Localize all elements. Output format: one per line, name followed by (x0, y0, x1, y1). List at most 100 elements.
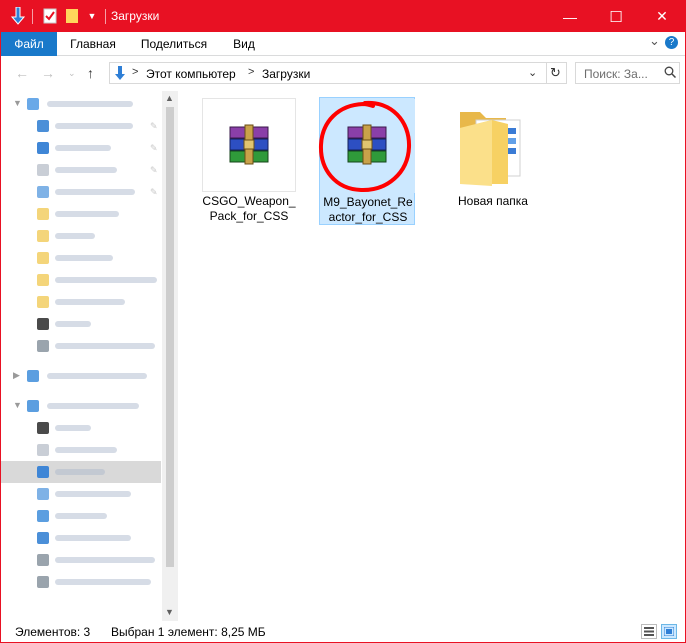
nav-item[interactable] (1, 313, 161, 335)
navigation-pane: ▼ ✎ ✎ ✎ ✎ ▶ ▼ ▲ ▼ (1, 91, 178, 621)
ribbon-collapse-icon[interactable]: ⌄ (649, 33, 660, 49)
close-button[interactable]: ✕ (639, 1, 685, 32)
back-arrow-icon[interactable]: ← (15, 65, 29, 81)
forward-arrow-icon[interactable]: → (41, 65, 55, 81)
nav-item[interactable]: ✎ (1, 181, 161, 203)
search-placeholder: Поиск: За... (584, 67, 648, 81)
documents-icon (37, 444, 49, 456)
nav-item[interactable] (1, 203, 161, 225)
pin-icon: ✎ (150, 165, 158, 175)
folder-icon (37, 274, 49, 286)
nav-item[interactable]: ▼ (1, 395, 161, 417)
downloads-icon (37, 466, 49, 478)
blurred-label (55, 343, 155, 349)
ribbon-tabs: Файл Главная Поделиться Вид ⌄ ? (1, 32, 685, 56)
help-icon[interactable]: ? (665, 36, 678, 49)
explorer-window: ▼ Загрузки — ☐ ✕ Файл Главная Поделиться… (0, 0, 686, 643)
address-divider (546, 63, 547, 83)
nav-item[interactable] (1, 225, 161, 247)
onedrive-icon (27, 370, 39, 382)
breadcrumb-this-pc[interactable]: Этот компьютер (146, 67, 236, 81)
blurred-label (55, 167, 117, 173)
nav-item[interactable]: ▶ (1, 365, 161, 387)
pictures-icon (37, 186, 49, 198)
folder-item[interactable]: Новая папка (445, 97, 541, 225)
drive-icon (37, 576, 49, 588)
chevron-down-icon[interactable]: ▼ (13, 400, 22, 410)
titlebar-separator-2 (105, 9, 106, 24)
breadcrumb-downloads[interactable]: Загрузки (262, 67, 310, 81)
quick-access-star-icon (27, 98, 39, 110)
nav-scrollbar[interactable]: ▲ ▼ (162, 91, 178, 621)
pin-icon: ✎ (150, 187, 158, 197)
nav-item[interactable] (1, 291, 161, 313)
nav-item[interactable] (1, 417, 161, 439)
new-folder-quick-icon[interactable] (64, 6, 80, 26)
status-bar: Элементов: 3 Выбран 1 элемент: 8,25 МБ (1, 621, 685, 642)
blurred-label (55, 189, 135, 195)
minimize-button[interactable]: — (547, 1, 593, 32)
address-history-dropdown-icon[interactable]: ⌄ (528, 66, 537, 79)
scroll-up-icon[interactable]: ▲ (165, 93, 174, 103)
scroll-down-icon[interactable]: ▼ (165, 607, 174, 617)
title-bar: ▼ Загрузки — ☐ ✕ (1, 1, 685, 32)
address-bar[interactable]: > Этот компьютер > Загрузки ⌄ ↻ (109, 62, 567, 84)
maximize-button[interactable]: ☐ (593, 1, 639, 32)
blurred-label (47, 373, 147, 379)
desktop-icon (37, 532, 49, 544)
chevron-down-icon[interactable]: ▼ (13, 98, 22, 108)
folder-name: Новая папка (458, 194, 528, 208)
nav-item[interactable]: ✎ (1, 137, 161, 159)
drive-icon (37, 340, 49, 352)
tab-file[interactable]: Файл (1, 32, 57, 56)
breadcrumb-separator-icon[interactable]: > (132, 66, 138, 78)
red-annotation-circle (318, 100, 412, 193)
large-icons-view-icon[interactable] (661, 624, 677, 639)
nav-item[interactable] (1, 269, 161, 291)
file-list: CSGO_Weapon_Pack_for_CSS M9_Bayonet_Reac… (179, 91, 685, 621)
nav-item[interactable]: ✎ (1, 115, 161, 137)
scrollbar-thumb[interactable] (166, 107, 174, 567)
properties-icon[interactable] (41, 6, 59, 26)
up-arrow-icon[interactable]: ↑ (87, 65, 94, 81)
file-name: CSGO_Weapon_Pack_for_CSS (202, 194, 296, 223)
winrar-archive-icon (202, 98, 296, 192)
video-icon (37, 422, 49, 434)
nav-item[interactable] (1, 335, 161, 357)
nav-item[interactable] (1, 505, 161, 527)
nav-item[interactable] (1, 247, 161, 269)
refresh-icon[interactable]: ↻ (550, 65, 561, 81)
tab-share[interactable]: Поделиться (131, 32, 217, 56)
chevron-right-icon[interactable]: ▶ (13, 370, 20, 381)
nav-item[interactable] (1, 527, 161, 549)
this-pc-icon (27, 400, 39, 412)
nav-item[interactable]: ✎ (1, 159, 161, 181)
search-icon[interactable] (664, 66, 677, 81)
file-item[interactable]: CSGO_Weapon_Pack_for_CSS (201, 97, 297, 225)
tab-home[interactable]: Главная (61, 32, 125, 56)
details-view-icon[interactable] (641, 624, 657, 639)
blurred-label (55, 255, 113, 261)
blurred-label (47, 403, 139, 409)
music-icon (37, 510, 49, 522)
titlebar-separator (32, 9, 33, 24)
nav-item[interactable] (1, 549, 161, 571)
pin-icon: ✎ (150, 143, 158, 153)
blurred-label (55, 211, 119, 217)
recent-locations-icon[interactable]: ⌄ (68, 68, 76, 79)
nav-item[interactable] (1, 571, 161, 593)
nav-item[interactable] (1, 439, 161, 461)
nav-item[interactable]: ▼ (1, 93, 161, 115)
desktop-icon (37, 120, 49, 132)
blurred-label (55, 469, 105, 475)
nav-item-downloads-selected[interactable] (1, 461, 161, 483)
downloads-icon (37, 142, 49, 154)
breadcrumb-separator-icon-2[interactable]: > (248, 66, 254, 78)
tab-view[interactable]: Вид (223, 32, 265, 56)
window-title: Загрузки (111, 9, 160, 23)
address-row: ← → ⌄ ↑ > Этот компьютер > Загрузки ⌄ ↻ … (1, 56, 685, 91)
search-box[interactable]: Поиск: За... (575, 62, 680, 84)
blurred-label (55, 299, 125, 305)
nav-item[interactable] (1, 483, 161, 505)
quick-access-dropdown-icon[interactable]: ▼ (85, 6, 99, 26)
